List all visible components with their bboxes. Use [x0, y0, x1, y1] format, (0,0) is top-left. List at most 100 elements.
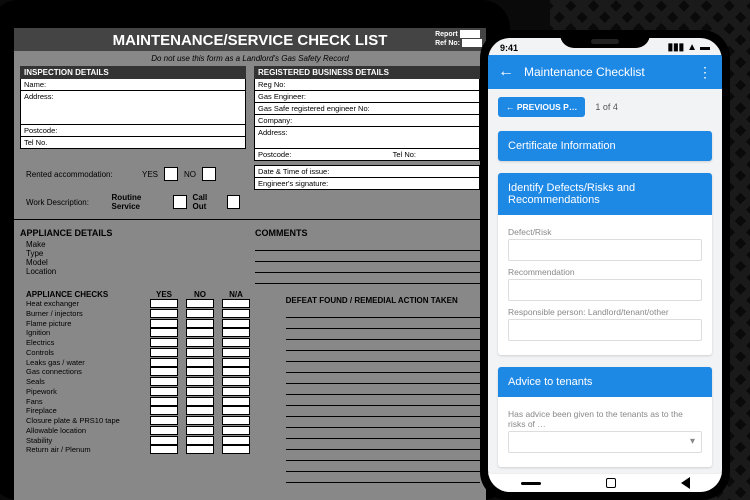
yes-checkbox[interactable] — [164, 167, 178, 181]
callout-checkbox[interactable] — [227, 195, 240, 209]
check-no[interactable] — [186, 338, 214, 347]
check-na[interactable] — [222, 436, 250, 445]
check-row: Electrics — [26, 338, 264, 348]
check-yes[interactable] — [150, 358, 178, 367]
check-yes[interactable] — [150, 299, 178, 308]
comments-header: COMMENTS — [255, 222, 480, 240]
check-no[interactable] — [186, 416, 214, 425]
check-no[interactable] — [186, 436, 214, 445]
advice-card: Advice to tenants Has advice been given … — [498, 367, 712, 467]
check-yes[interactable] — [150, 367, 178, 376]
check-no[interactable] — [186, 358, 214, 367]
ref-block: Report Ref No: — [435, 30, 482, 47]
report-label: Report — [435, 31, 458, 38]
responsible-input[interactable] — [508, 319, 702, 341]
name-field[interactable]: Name: — [20, 79, 246, 91]
location-label: Location — [26, 267, 146, 276]
check-label: Burner / injectors — [26, 309, 146, 319]
tel-field[interactable]: Tel No. — [20, 137, 246, 149]
check-row: Heat exchanger — [26, 299, 264, 309]
check-yes[interactable] — [150, 406, 178, 415]
company-field[interactable]: Company: — [254, 115, 480, 127]
address-field[interactable]: Address: — [20, 91, 246, 125]
back-button[interactable] — [681, 477, 690, 489]
check-label: Stability — [26, 436, 146, 446]
check-no[interactable] — [186, 299, 214, 308]
check-row: Ignition — [26, 328, 264, 338]
check-yes[interactable] — [150, 319, 178, 328]
check-row: Burner / injectors — [26, 309, 264, 319]
check-na[interactable] — [222, 367, 250, 376]
recommendation-input[interactable] — [508, 279, 702, 301]
date-field[interactable]: Date & Time of issue: — [254, 165, 480, 178]
check-yes[interactable] — [150, 436, 178, 445]
no-checkbox[interactable] — [202, 167, 216, 181]
check-na[interactable] — [222, 319, 250, 328]
status-bar: 9:41 ▮▮▮ ▲ ▬ — [488, 38, 722, 55]
check-yes[interactable] — [150, 397, 178, 406]
check-yes[interactable] — [150, 445, 178, 454]
check-yes[interactable] — [150, 426, 178, 435]
reg-field[interactable]: Reg No: — [254, 79, 480, 91]
check-yes[interactable] — [150, 338, 178, 347]
status-time: 9:41 — [500, 43, 518, 53]
gassafe-field[interactable]: Gas Safe registered engineer No: — [254, 103, 480, 115]
check-no[interactable] — [186, 397, 214, 406]
back-icon[interactable]: ← — [498, 63, 514, 81]
check-no[interactable] — [186, 319, 214, 328]
check-yes[interactable] — [150, 387, 178, 396]
biz-address-field[interactable]: Address: — [254, 127, 480, 149]
check-no[interactable] — [186, 348, 214, 357]
refno-box[interactable] — [462, 39, 482, 47]
tablet-device: MAINTENANCE/SERVICE CHECK LIST Report Re… — [0, 0, 510, 500]
check-na[interactable] — [222, 397, 250, 406]
rented-label: Rented accommodation: — [26, 170, 136, 179]
check-no[interactable] — [186, 328, 214, 337]
check-na[interactable] — [222, 348, 250, 357]
advice-header: Advice to tenants — [498, 367, 712, 397]
remedial-box[interactable]: DEFEAT FOUND / REMEDIAL ACTION TAKEN — [286, 290, 480, 483]
check-na[interactable] — [222, 416, 250, 425]
check-no[interactable] — [186, 309, 214, 318]
advice-select[interactable]: ▾ — [508, 431, 702, 453]
check-label: Ignition — [26, 328, 146, 338]
postcode-field[interactable]: Postcode: — [20, 125, 246, 137]
sig-field[interactable]: Engineer's signature: — [254, 178, 480, 190]
recent-apps-button[interactable] — [521, 482, 541, 485]
routine-checkbox[interactable] — [173, 195, 186, 209]
check-na[interactable] — [222, 338, 250, 347]
check-label: Heat exchanger — [26, 299, 146, 309]
check-na[interactable] — [222, 387, 250, 396]
check-yes[interactable] — [150, 348, 178, 357]
previous-button[interactable]: ← PREVIOUS P… — [498, 97, 585, 117]
check-no[interactable] — [186, 367, 214, 376]
check-no[interactable] — [186, 377, 214, 386]
check-yes[interactable] — [150, 309, 178, 318]
check-na[interactable] — [222, 328, 250, 337]
inspection-box: INSPECTION DETAILS Name: Address: Postco… — [20, 66, 246, 161]
report-box[interactable] — [460, 30, 480, 38]
check-no[interactable] — [186, 445, 214, 454]
more-icon[interactable]: ⋮ — [698, 64, 712, 81]
check-yes[interactable] — [150, 377, 178, 386]
check-yes[interactable] — [150, 328, 178, 337]
check-na[interactable] — [222, 426, 250, 435]
check-row: Gas connections — [26, 367, 264, 377]
home-button[interactable] — [606, 478, 616, 488]
engineer-field[interactable]: Gas Engineer: — [254, 91, 480, 103]
check-no[interactable] — [186, 406, 214, 415]
check-no[interactable] — [186, 426, 214, 435]
defect-input[interactable] — [508, 239, 702, 261]
check-na[interactable] — [222, 299, 250, 308]
check-yes[interactable] — [150, 416, 178, 425]
check-na[interactable] — [222, 406, 250, 415]
check-na[interactable] — [222, 309, 250, 318]
cert-info-card[interactable]: Certificate Information — [498, 131, 712, 161]
check-na[interactable] — [222, 358, 250, 367]
check-na[interactable] — [222, 377, 250, 386]
biz-postcode-field[interactable]: Postcode:Tel No: — [254, 149, 480, 161]
android-navbar — [488, 473, 722, 492]
comments-box[interactable]: COMMENTS — [255, 222, 480, 284]
check-no[interactable] — [186, 387, 214, 396]
check-na[interactable] — [222, 445, 250, 454]
